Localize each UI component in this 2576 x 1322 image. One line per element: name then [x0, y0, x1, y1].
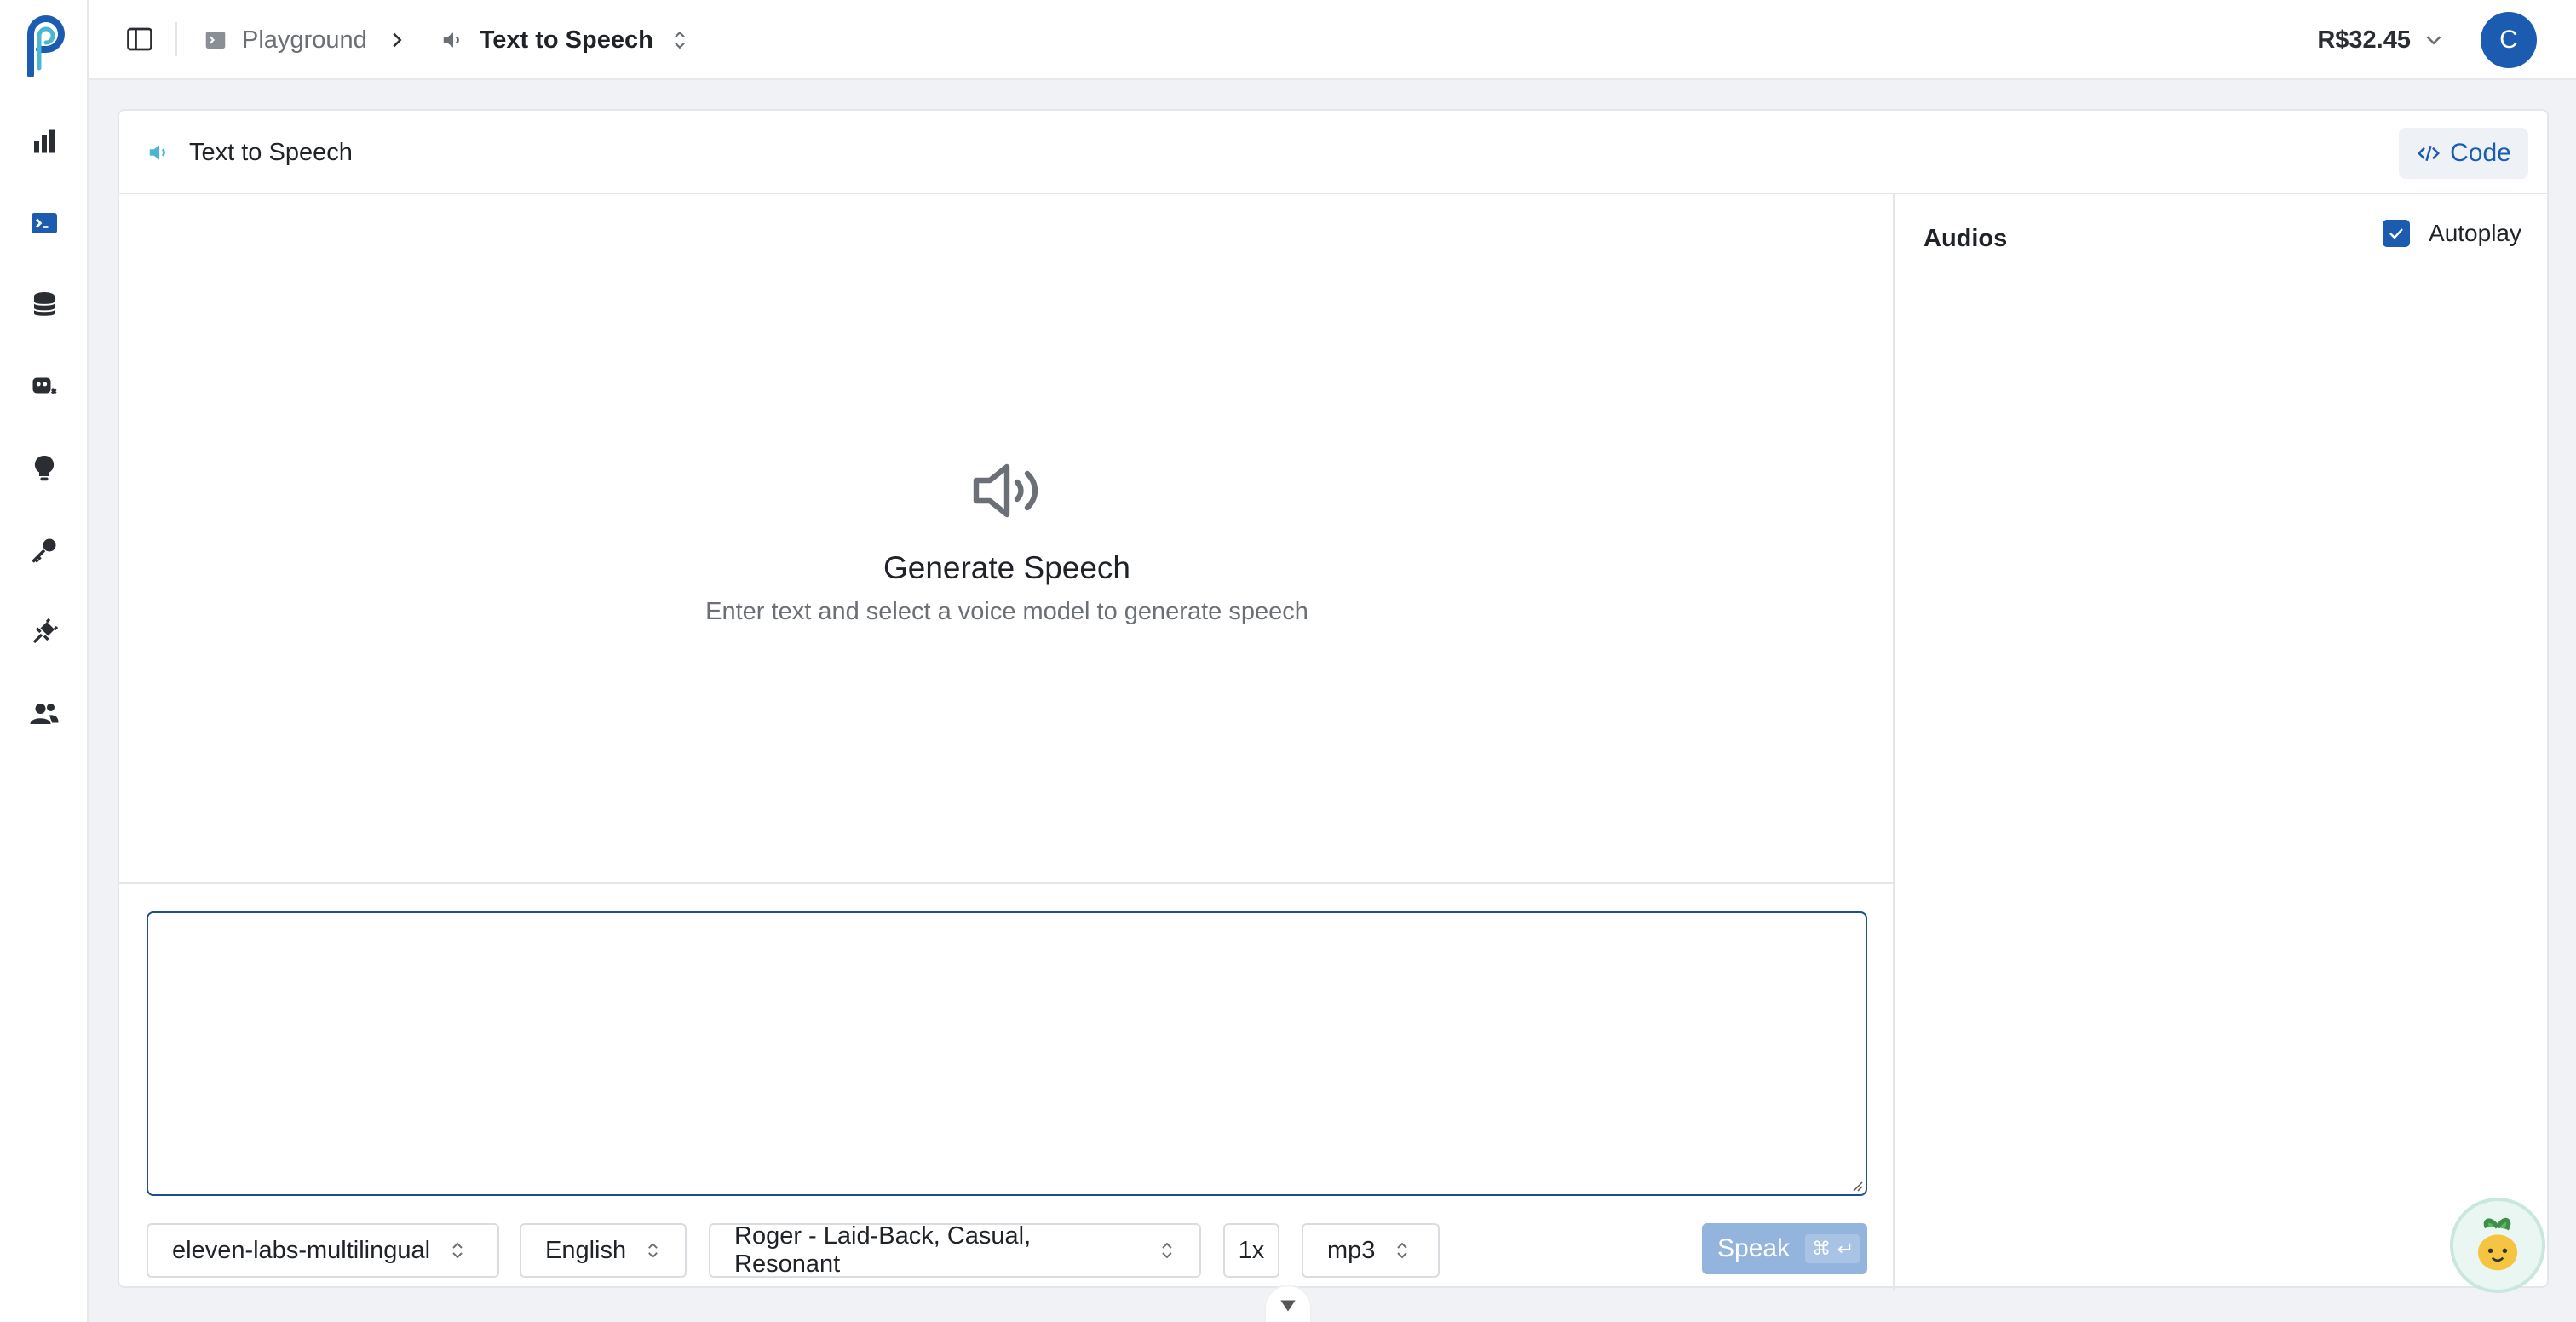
language-select[interactable]: English	[520, 1223, 687, 1278]
speak-shortcut: ⌘	[1805, 1234, 1860, 1263]
chevron-up-down-icon	[1397, 1242, 1408, 1259]
scroll-down-button[interactable]	[1264, 1285, 1312, 1322]
model-select[interactable]: eleven-labs-multilingual	[147, 1223, 499, 1278]
topbar-divider	[175, 22, 177, 56]
chevron-up-down-icon	[452, 1242, 463, 1259]
api-key-icon	[32, 538, 56, 563]
models-icon	[32, 377, 57, 394]
analytics-icon	[34, 129, 55, 153]
card-title-text: Text to Speech	[189, 138, 353, 166]
chevron-up-down-icon	[1162, 1242, 1172, 1259]
balance-dropdown[interactable]: R$32.45	[2317, 0, 2447, 80]
chevron-up-down-icon[interactable]	[667, 27, 693, 53]
code-icon	[2418, 145, 2441, 162]
sidebar-item-team[interactable]	[24, 693, 65, 734]
assistant-mascot-button[interactable]	[2450, 1198, 2545, 1293]
sidebar	[0, 0, 89, 1322]
topbar: Playground Text to Speech R$32.45 C	[89, 0, 2576, 80]
breadcrumb: Playground Text to Speech	[203, 0, 693, 80]
integrations-plug-icon	[32, 618, 59, 644]
sidebar-item-ideas[interactable]	[24, 448, 65, 489]
autoplay-checkbox[interactable]	[2383, 220, 2411, 247]
playground-terminal-icon	[205, 32, 226, 49]
breadcrumb-text-to-speech[interactable]: Text to Speech	[480, 26, 653, 55]
sidebar-item-analytics[interactable]	[24, 121, 65, 162]
sidebar-item-models[interactable]	[24, 366, 65, 407]
empty-state-title: Generate Speech	[883, 550, 1131, 585]
card-title: Text to Speech	[147, 111, 353, 194]
command-key: ⌘	[1812, 1238, 1831, 1259]
database-icon	[33, 292, 55, 316]
format-select-value: mp3	[1327, 1236, 1376, 1264]
code-button[interactable]: Code	[2399, 128, 2528, 179]
tts-card: Text to Speech Code Generate Speech Ente…	[118, 109, 2549, 1290]
balance-amount: R$32.45	[2317, 26, 2411, 54]
chevron-down-icon	[1280, 1300, 1296, 1312]
speed-select-value: 1x	[1238, 1236, 1265, 1264]
sidebar-item-api-keys[interactable]	[24, 530, 65, 571]
format-select[interactable]: mp3	[1302, 1223, 1440, 1278]
audios-title: Audios	[1923, 225, 2008, 252]
empty-state-subtitle: Enter text and select a voice model to g…	[705, 598, 1308, 625]
chevron-right-icon	[393, 32, 402, 48]
text-input-wrapper	[147, 911, 1867, 1196]
code-button-label: Code	[2450, 139, 2511, 167]
logo-icon[interactable]	[22, 15, 68, 77]
chevron-up-down-icon	[648, 1243, 658, 1258]
audios-panel: Audios Autoplay	[1896, 194, 2549, 1290]
enter-key-icon	[1837, 1243, 1851, 1254]
chevron-down-icon	[2426, 36, 2441, 45]
speak-button[interactable]: Speak ⌘	[1702, 1223, 1867, 1274]
autoplay-label: Autoplay	[2429, 220, 2521, 246]
sidebar-item-integrations[interactable]	[24, 612, 65, 652]
resize-handle-icon[interactable]	[1850, 1179, 1864, 1193]
autoplay-toggle[interactable]: Autoplay	[2383, 220, 2521, 247]
speech-text-input[interactable]	[147, 911, 1867, 1196]
empty-state: Generate Speech Enter text and select a …	[119, 450, 1895, 626]
check-icon	[2389, 228, 2403, 239]
model-select-value: eleven-labs-multilingual	[172, 1236, 431, 1264]
sidebar-item-playground[interactable]	[24, 203, 65, 244]
avatar[interactable]: C	[2481, 12, 2537, 68]
speaker-large-icon	[973, 463, 1038, 518]
speaker-icon	[149, 145, 165, 160]
main-area: Generate Speech Enter text and select a …	[119, 194, 1895, 1290]
ideas-bulb-icon	[34, 455, 55, 481]
voice-select-value: Roger - Laid-Back, Casual, Resonant	[734, 1222, 1032, 1278]
speed-select[interactable]: 1x	[1223, 1223, 1279, 1278]
composer: eleven-labs-multilingual English Roger -…	[119, 882, 1895, 1290]
team-users-icon	[30, 704, 59, 724]
speak-button-label: Speak	[1717, 1234, 1791, 1262]
breadcrumb-playground[interactable]: Playground	[242, 26, 367, 55]
sidebar-toggle-icon[interactable]	[124, 24, 155, 55]
speaker-icon	[443, 32, 459, 48]
mascot-icon	[2477, 1217, 2518, 1271]
language-select-value: English	[545, 1236, 627, 1264]
card-header: Text to Speech Code	[119, 111, 2547, 194]
voice-select[interactable]: Roger - Laid-Back, Casual, Resonant	[709, 1222, 1201, 1278]
sidebar-item-database[interactable]	[24, 285, 65, 325]
playground-terminal-icon	[32, 213, 57, 233]
